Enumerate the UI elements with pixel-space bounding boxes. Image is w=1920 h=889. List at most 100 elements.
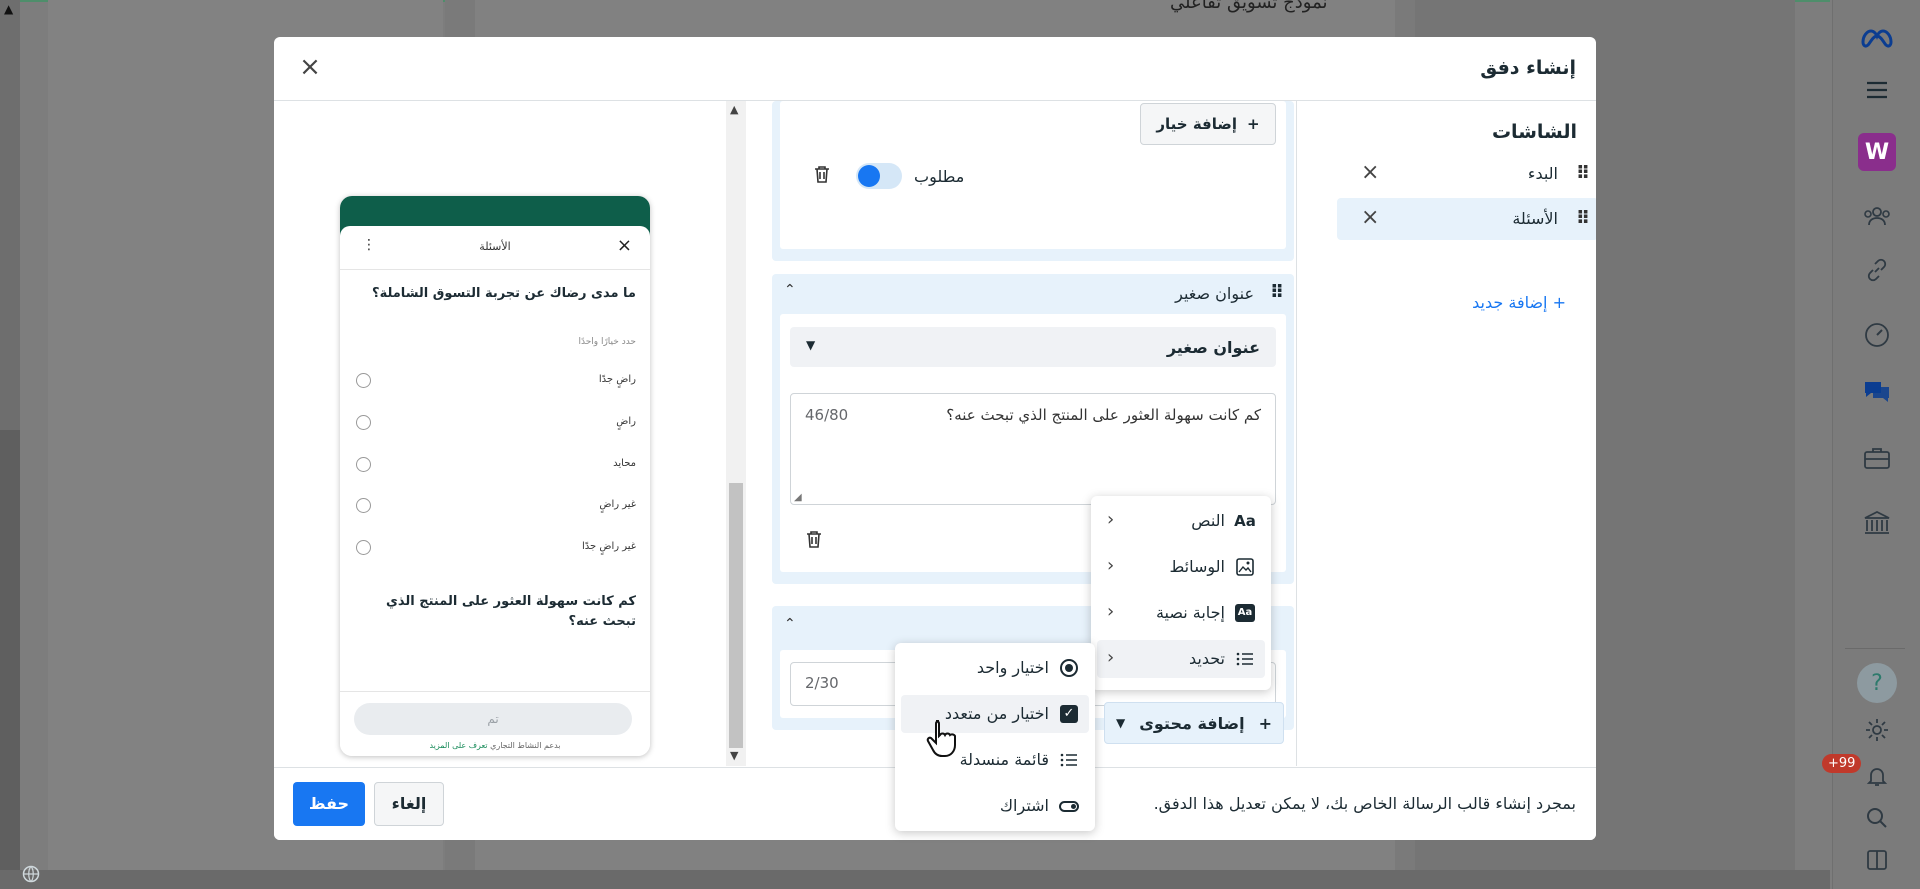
screens-panel: الشاشات ⠿ البدء × ⠿ الأسئلة × + إضافة جد… [1296,101,1596,766]
remove-screen-icon[interactable]: × [1361,205,1379,230]
list-icon [1235,649,1255,669]
sidebar-toggle-icon[interactable] [1833,842,1920,878]
menu-item-label: اختيار من متعدد [944,704,1049,723]
meta-logo-icon[interactable] [1833,18,1920,58]
subheading-select-value: عنوان صغير [1166,338,1260,357]
drag-handle-icon[interactable]: ⠿ [1576,163,1590,184]
menu-item-label: إجابة نصية [1155,603,1225,622]
settings-icon[interactable] [1833,712,1920,748]
rail-divider [1845,648,1905,649]
drag-handle-icon[interactable]: ⠿ [1576,208,1590,229]
scroll-down-icon[interactable]: ▼ [730,749,738,762]
menu-icon[interactable] [1833,72,1920,108]
add-content-button[interactable]: + إضافة محتوى ▼ [1104,702,1284,744]
preview-question-2: كم كانت سهولة العثور على المنتج الذي تبح… [385,594,636,629]
background-scrollbar [0,430,20,870]
cancel-button[interactable]: إلغاء [374,782,444,826]
phone-sheet-header: ⋮ الأسئلة × [340,226,650,270]
screen-item-label: البدء [1527,164,1558,183]
menu-item-text-answer[interactable]: Aa إجابة نصية ‹ [1097,594,1265,632]
phone-mockup: ⋮ الأسئلة × ما مدى رضاك عن تجربة التسوق … [340,196,650,756]
phone-sheet: ⋮ الأسئلة × ما مدى رضاك عن تجربة التسوق … [340,226,650,756]
menu-item-label: الوسائط [1169,557,1225,576]
plus-icon: + [1258,713,1273,733]
save-button[interactable]: حفظ [293,782,365,826]
preview-done-button: تم [354,703,632,735]
screen-item-start[interactable]: ⠿ البدء × [1337,153,1596,195]
editor-scrollbar[interactable]: ▲ ▼ [726,101,746,766]
background-heading: نموذج تسويق تفاعلي [1170,0,1328,13]
notification-badge: +99 [1822,754,1862,773]
phone-sheet-title: الأسئلة [479,240,511,253]
resize-handle-icon[interactable]: ◢ [794,492,802,503]
help-glyph: ? [1857,663,1897,703]
background-bottom-bar [0,870,1830,889]
add-content-label: إضافة محتوى [1139,713,1245,733]
workspace-avatar[interactable]: W [1833,132,1920,172]
selection-submenu: اختيار واحد ✓ اختيار من متعدد قائمة منسد… [895,643,1095,831]
preview-option: غير راضٍ جدًا [354,538,636,558]
required-toggle[interactable] [856,163,902,189]
menu-item-label: النص [1191,511,1225,530]
menu-item-dropdown[interactable]: قائمة منسدلة [901,741,1089,779]
plus-icon: + [1247,115,1260,133]
collapse-chevron-icon[interactable]: ⌃ [784,282,796,298]
phone-divider [340,691,650,692]
gauge-icon[interactable] [1833,315,1920,355]
checkbox-icon: ✓ [1059,704,1079,724]
character-counter: 46/80 [805,406,849,424]
briefcase-icon[interactable] [1833,438,1920,478]
menu-item-text[interactable]: Aa النص ‹ [1097,502,1265,540]
text-answer-icon: Aa [1235,603,1255,623]
required-label: مطلوب [914,167,965,186]
chevron-left-icon: ‹ [1107,555,1115,576]
chevron-down-icon: ▼ [1116,716,1126,730]
chevron-left-icon: ‹ [1107,601,1115,622]
preview-footer: بدعم النشاط التجاري تعرف على المزيد [340,741,650,750]
chevron-down-icon: ▼ [806,338,816,352]
screen-item-label: الأسئلة [1512,209,1558,228]
subheading-type-select[interactable]: عنوان صغير ▼ [790,327,1276,367]
help-icon[interactable]: ? [1833,662,1920,704]
preview-option: راضٍ جدًا [354,371,636,391]
subheading-text-field[interactable]: كم كانت سهولة العثور على المنتج الذي تبح… [790,393,1276,505]
menu-item-media[interactable]: الوسائط ‹ [1097,548,1265,586]
menu-item-single-choice[interactable]: اختيار واحد [901,649,1089,687]
options-card: + إضافة خيار مطلوب [772,101,1294,261]
screen-item-questions[interactable]: ⠿ الأسئلة × [1337,198,1596,240]
menu-item-multiple-choice[interactable]: ✓ اختيار من متعدد [901,695,1089,733]
scrollbar-thumb[interactable] [729,483,743,748]
link-icon[interactable] [1833,250,1920,290]
globe-icon[interactable] [22,865,44,887]
preview-question-1: ما مدى رضاك عن تجربة التسوق الشاملة؟ [372,286,636,301]
subheading-card-title: عنوان صغير [1175,284,1254,303]
collapse-chevron-icon[interactable]: ⌃ [784,616,796,632]
preview-option: محايد [354,455,636,475]
chevron-left-icon: ‹ [1107,647,1115,668]
workspace-letter: W [1858,133,1896,171]
phone-close-icon: × [616,235,632,256]
menu-item-selection[interactable]: تحديد ‹ [1097,640,1265,678]
bank-icon[interactable] [1833,503,1920,543]
people-icon[interactable] [1833,196,1920,236]
menu-item-label: اختيار واحد [976,658,1049,677]
trash-icon[interactable] [806,530,822,553]
chat-icon[interactable] [1833,372,1920,412]
menu-item-label: قائمة منسدلة [959,750,1049,769]
menu-item-label: اشتراك [999,796,1049,815]
drag-handle-icon[interactable]: ⠿ [1270,282,1284,303]
add-new-screen-link[interactable]: + إضافة جديد [1472,293,1566,312]
remove-screen-icon[interactable]: × [1361,160,1379,185]
close-icon[interactable]: × [294,51,326,83]
modal-header: إنشاء دفق × [274,37,1596,101]
menu-item-opt-in[interactable]: اشتراك [901,787,1089,825]
trash-icon[interactable] [814,165,830,188]
image-icon [1235,557,1255,577]
screens-title: الشاشات [1491,121,1577,143]
add-option-button[interactable]: + إضافة خيار [1140,103,1276,145]
scroll-up-icon[interactable]: ▲ [730,103,738,116]
menu-item-label: تحديد [1188,649,1225,668]
text-aa-icon: Aa [1234,512,1256,530]
subheading-text-value: كم كانت سهولة العثور على المنتج الذي تبح… [946,406,1261,424]
search-icon[interactable] [1833,800,1920,836]
